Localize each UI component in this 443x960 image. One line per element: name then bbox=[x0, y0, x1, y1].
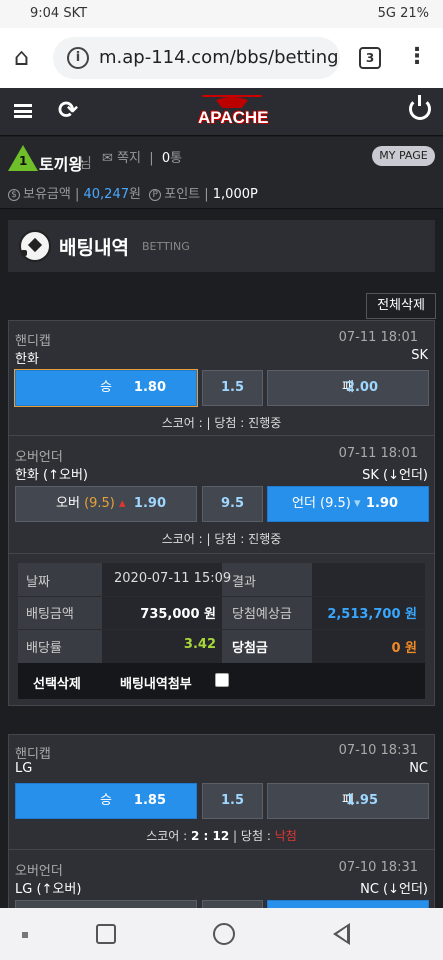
game-date: 07-10 18:31 bbox=[338, 860, 418, 875]
tab-switcher-button[interactable]: 3 bbox=[359, 47, 381, 69]
under-button[interactable]: 언더 (9.5) ▾ 1.90 bbox=[267, 486, 429, 522]
attach-bet-label: 배팅내역첨부 bbox=[120, 677, 192, 692]
menu-icon[interactable] bbox=[14, 104, 32, 118]
home-win-button[interactable]: 승 1.80 bbox=[14, 369, 198, 407]
action-row: 선택삭제 배팅내역첨부 bbox=[18, 663, 425, 699]
arrow-up-icon: ▴ bbox=[119, 496, 126, 511]
user-info-bar: 1 토끼왕 님 ✉ 쪽지 | 0통 MY PAGE $ 보유금액 | 40,247… bbox=[0, 137, 443, 209]
expected-win: 2,513,700 원 bbox=[327, 607, 417, 622]
recents-icon[interactable] bbox=[96, 924, 116, 944]
bet-amount: 735,000 원 bbox=[140, 607, 216, 622]
home-win-button[interactable]: 승 1.85 bbox=[15, 783, 197, 819]
home-team: LG bbox=[15, 761, 33, 776]
score-line: 스코어 : | 당첨 : 진행중 bbox=[161, 416, 282, 430]
soccer-ball-icon bbox=[19, 230, 51, 262]
away-team: NC bbox=[409, 761, 428, 776]
win-amount-label: 당첨금 bbox=[232, 641, 268, 656]
score-line: 스코어 : | 당첨 : 진행중 bbox=[161, 532, 282, 546]
level-badge-icon: 1 bbox=[8, 145, 38, 171]
game-date: 07-11 18:01 bbox=[338, 446, 418, 461]
back-icon[interactable] bbox=[333, 923, 350, 945]
delete-all-button[interactable]: 전체삭제 bbox=[366, 293, 436, 319]
bet-summary-table: 날짜 2020-07-11 15:09 결과 배팅금액 735,000 원 당첨… bbox=[18, 563, 425, 699]
user-suffix: 님 bbox=[79, 156, 92, 172]
status-indicators: 5G 21% bbox=[377, 6, 429, 21]
status-bar: 9:04 SKT 5G 21% bbox=[0, 0, 443, 28]
game-type: 오버언더 bbox=[15, 864, 63, 879]
game-row: 핸디캡 07-10 18:31 LG NC 승 1.85 1.5 패 1.95 스코… bbox=[9, 743, 434, 853]
game-type: 오버언더 bbox=[15, 450, 63, 465]
home-team: 한화 (↑오버) bbox=[15, 468, 89, 483]
over-button[interactable]: 오버 (9.5) ▴ 1.90 bbox=[15, 486, 197, 522]
divider bbox=[9, 553, 434, 554]
win-amount: 0 원 bbox=[391, 641, 417, 656]
refresh-icon[interactable]: ⟳ bbox=[58, 96, 78, 124]
page-title: 배팅내역 bbox=[59, 237, 129, 259]
delete-selected-button[interactable]: 선택삭제 bbox=[33, 673, 81, 692]
result-label: 결과 bbox=[232, 575, 256, 590]
expected-win-label: 당첨예상금 bbox=[232, 607, 292, 622]
bet-card: 핸디캡 07-10 18:31 LG NC 승 1.85 1.5 패 1.95 스코… bbox=[8, 734, 435, 936]
game-type: 핸디캡 bbox=[15, 334, 51, 349]
bet-amount-label: 배팅금액 bbox=[26, 607, 74, 622]
home-team: 한화 bbox=[15, 352, 39, 367]
total-odds: 3.42 bbox=[183, 637, 216, 652]
menu-dot-icon[interactable] bbox=[22, 932, 28, 938]
home-team: LG (↑오버) bbox=[15, 882, 82, 897]
handicap-value[interactable]: 1.5 bbox=[202, 783, 263, 819]
total-value[interactable]: 9.5 bbox=[202, 486, 263, 522]
divider bbox=[9, 849, 434, 850]
home-button-icon[interactable] bbox=[213, 923, 235, 945]
divider bbox=[9, 435, 434, 436]
game-date: 07-10 18:31 bbox=[338, 743, 418, 758]
game-row: 오버언더 07-11 18:01 한화 (↑오버) SK (↓언더) 오버 (9… bbox=[9, 446, 434, 556]
game-date: 07-11 18:01 bbox=[338, 330, 418, 345]
logout-icon[interactable] bbox=[409, 95, 431, 120]
odds-label: 배당률 bbox=[26, 641, 62, 656]
my-page-button[interactable]: MY PAGE bbox=[372, 146, 435, 166]
bet-card: 핸디캡 07-11 18:01 한화 SK 승 1.80 1.5 패 2.00 스코… bbox=[8, 320, 435, 706]
arrow-down-icon: ▾ bbox=[354, 496, 361, 511]
game-type: 핸디캡 bbox=[15, 747, 51, 762]
date-label: 날짜 bbox=[26, 575, 50, 590]
attach-checkbox[interactable] bbox=[215, 673, 229, 687]
point-icon: P bbox=[149, 188, 162, 201]
away-team: SK bbox=[411, 348, 428, 363]
url-field[interactable]: i m.ap-114.com/bbs/betting. bbox=[53, 37, 340, 79]
info-icon[interactable]: i bbox=[67, 47, 89, 69]
home-icon[interactable]: ⌂ bbox=[14, 44, 40, 70]
money-icon: $ bbox=[8, 188, 20, 201]
bet-date: 2020-07-11 15:09 bbox=[114, 571, 232, 586]
logo-text: APACHE bbox=[198, 108, 269, 127]
user-name: 토끼왕 bbox=[39, 155, 84, 174]
browser-toolbar: ⌂ i m.ap-114.com/bbs/betting. 3 ⋮ bbox=[0, 28, 443, 88]
game-row: 핸디캡 07-11 18:01 한화 SK 승 1.80 1.5 패 2.00 스코… bbox=[9, 330, 434, 440]
section-title: 배팅내역 BETTING bbox=[8, 220, 435, 272]
away-team: NC (↓언더) bbox=[360, 882, 428, 897]
over-label: 오버 (9.5) ▴ bbox=[56, 496, 126, 511]
away-team: SK (↓언더) bbox=[362, 468, 428, 483]
site-header: ⟳ APACHE bbox=[0, 88, 443, 136]
page-subtitle: BETTING bbox=[142, 240, 190, 253]
handicap-value[interactable]: 1.5 bbox=[202, 370, 263, 406]
balance-row: $ 보유금액 | 40,247원 P 포인트 | 1,000P bbox=[8, 183, 258, 202]
android-nav-bar bbox=[0, 908, 443, 960]
away-win-button[interactable]: 패 2.00 bbox=[267, 370, 429, 406]
url-text: m.ap-114.com/bbs/betting. bbox=[99, 47, 340, 68]
status-time: 9:04 SKT bbox=[30, 6, 88, 21]
overflow-menu-icon[interactable]: ⋮ bbox=[406, 44, 428, 70]
message-link[interactable]: ✉ 쪽지 | 0통 bbox=[102, 147, 182, 166]
score-line: 스코어 : 2 : 12 | 당첨 : 낙첨 bbox=[146, 829, 297, 843]
site-logo[interactable]: APACHE bbox=[196, 94, 269, 130]
away-win-button[interactable]: 패 1.95 bbox=[267, 783, 429, 819]
envelope-icon: ✉ bbox=[102, 151, 113, 166]
